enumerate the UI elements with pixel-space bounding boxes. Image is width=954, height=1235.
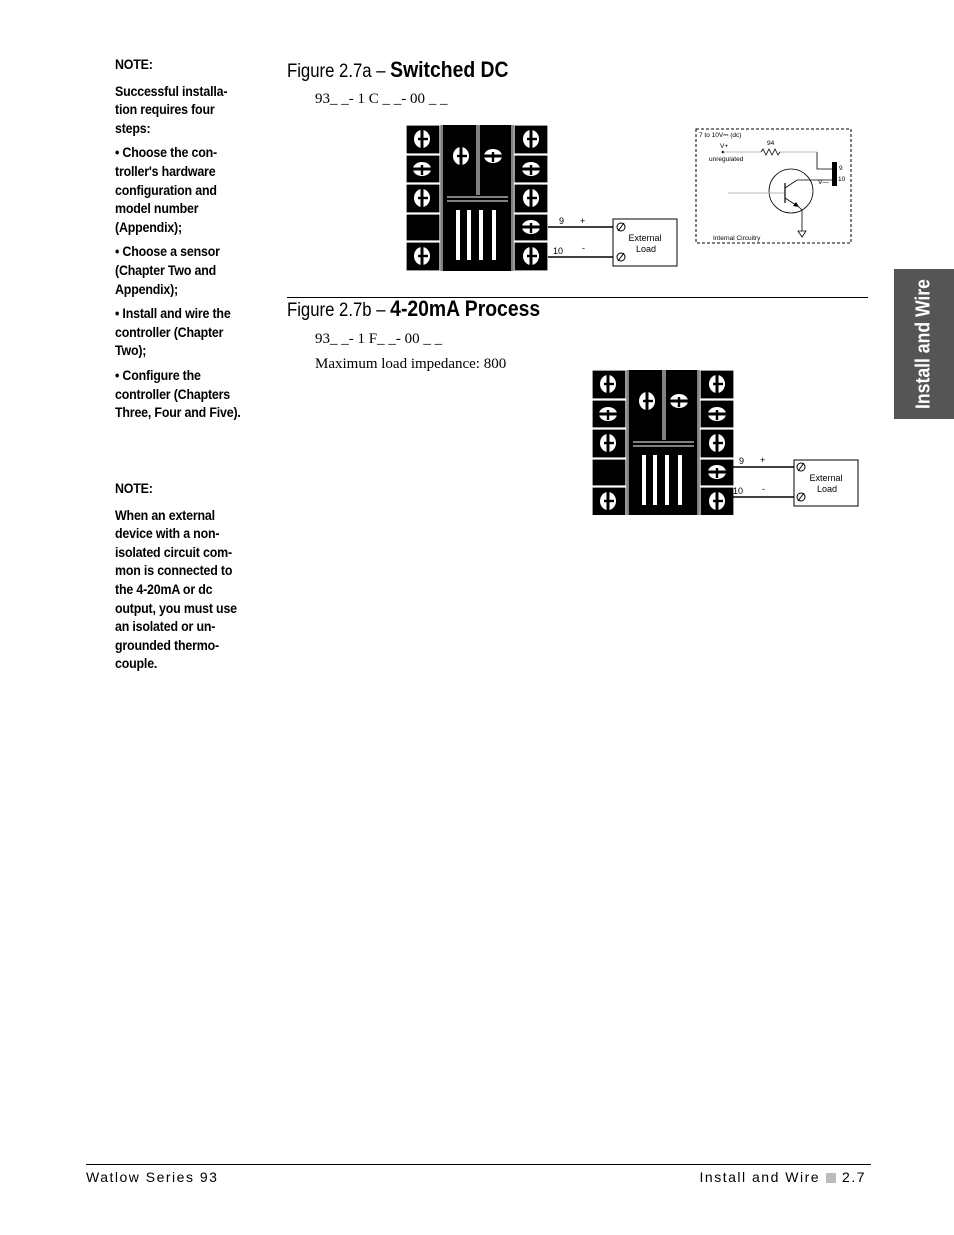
voltage-label: 7 to 10V⎓ (dc) — [699, 132, 741, 139]
pin-10-label: 10 — [838, 176, 846, 183]
terminal-block — [405, 124, 549, 272]
load-screw-icon — [616, 222, 626, 232]
load-label: External — [809, 473, 842, 483]
minus-label: - — [582, 243, 585, 253]
terminal-screw-icon — [484, 149, 502, 163]
pin-9-label: 9 — [839, 165, 843, 172]
terminal-10-label: 10 — [553, 246, 563, 256]
load-label: Load — [636, 244, 656, 254]
terminal-block — [591, 369, 735, 515]
vent-slot — [678, 455, 682, 505]
note-heading: NOTE: — [115, 57, 153, 72]
resistor-label: 94 — [767, 140, 775, 147]
vplus-label: V+ — [720, 143, 728, 150]
terminal-screw-icon — [414, 130, 430, 148]
terminal-screw-icon — [414, 189, 430, 207]
vent-slot — [467, 210, 471, 260]
unregulated-label: unregulated — [709, 156, 744, 163]
step-item: • Choose the con- troller's hardware con… — [115, 145, 217, 235]
load-screw-icon — [616, 252, 626, 262]
figure-a-wiring-diagram: 9 + 10 - External Load — [405, 124, 678, 272]
figure-b-name: 4-20mA Process — [390, 296, 541, 321]
terminal-screw-icon — [522, 220, 540, 234]
terminal-10-label: 10 — [733, 486, 743, 496]
terminal-screw-icon — [523, 189, 539, 207]
terminal-screw-icon — [414, 247, 430, 265]
circuitry-caption: Internal Circuitry — [713, 235, 761, 242]
load-label: Load — [817, 484, 837, 494]
chapter-tab: Install and Wire — [894, 269, 954, 419]
internal-circuitry-diagram: 7 to 10V⎓ (dc) V+ unregulated 94 9 10 V—… — [695, 128, 852, 244]
step-item: • Configure the controller (Chapters Thr… — [115, 367, 241, 421]
load-label: External — [628, 233, 661, 243]
vent-slot — [492, 210, 496, 260]
terminal-screw-icon — [600, 375, 616, 393]
step-item: • Choose a sensor (Chapter Two and Appen… — [115, 244, 220, 297]
terminal-9-label: 9 — [559, 216, 564, 226]
vent-slot — [665, 455, 669, 505]
figure-b-wiring-diagram: 9 + 10 - External Load — [591, 369, 859, 515]
terminal-screw-icon — [709, 375, 725, 393]
plus-label: + — [580, 216, 585, 226]
sidebar-note-2: NOTE: When an external device with a non… — [115, 480, 244, 680]
terminal-screw-icon — [522, 162, 540, 176]
note-body: When an external device with a non- isol… — [115, 507, 237, 672]
figure-b-prefix: Figure 2.7b – — [287, 300, 391, 321]
load-screw-icon — [796, 492, 806, 502]
footer-left: Watlow Series 93 — [86, 1169, 219, 1185]
footer-section: Install and Wire — [699, 1169, 821, 1185]
sidebar-notes: NOTE: Successful installa- tion requires… — [115, 56, 244, 429]
figure-a-name: Switched DC — [390, 57, 509, 82]
terminal-strip — [832, 162, 837, 186]
terminal-screw-icon — [523, 247, 539, 265]
figure-a-prefix: Figure 2.7a – — [287, 61, 391, 82]
chapter-tab-label: Install and Wire — [912, 279, 935, 409]
figure-b-impedance: Maximum load impedance: 800 — [315, 356, 507, 372]
square-bullet-icon — [826, 1173, 837, 1183]
figure-b-model: 93_ _- 1 F_ _- 00 _ _ — [315, 331, 443, 347]
note-heading: NOTE: — [115, 481, 153, 496]
minus-label: - — [762, 484, 765, 494]
step-item: • Install and wire the controller (Chapt… — [115, 306, 231, 359]
terminal-screw-icon — [709, 434, 725, 452]
terminal-screw-icon — [599, 407, 617, 421]
terminal-9-label: 9 — [739, 456, 744, 466]
figure-a-title: Figure 2.7a – Switched DC — [287, 57, 509, 83]
figure-b-title: Figure 2.7b – 4-20mA Process — [287, 296, 540, 322]
terminal-screw-icon — [413, 162, 431, 176]
note-intro: Successful installa- tion requires four … — [115, 83, 228, 136]
terminal-screw-icon — [600, 434, 616, 452]
vent-slot — [479, 210, 483, 260]
terminal-screw-icon — [453, 147, 469, 165]
terminal-screw-icon — [709, 492, 725, 510]
terminal-screw-icon — [708, 407, 726, 421]
terminal-screw-icon — [600, 492, 616, 510]
vent-slot — [653, 455, 657, 505]
terminal-screw-icon — [639, 392, 655, 410]
vent-slot — [456, 210, 460, 260]
terminal-screw-icon — [670, 394, 688, 408]
footer-right: Install and Wire 2.7 — [700, 1169, 866, 1185]
load-screw-icon — [796, 462, 806, 472]
page-number: 2.7 — [842, 1169, 866, 1185]
footer-rule — [86, 1164, 871, 1165]
terminal-screw-icon — [523, 130, 539, 148]
vent-slot — [642, 455, 646, 505]
figure-a-model: 93_ _- 1 C _ _- 00 _ _ — [315, 91, 448, 107]
plus-label: + — [760, 455, 765, 465]
terminal-screw-icon — [708, 465, 726, 479]
